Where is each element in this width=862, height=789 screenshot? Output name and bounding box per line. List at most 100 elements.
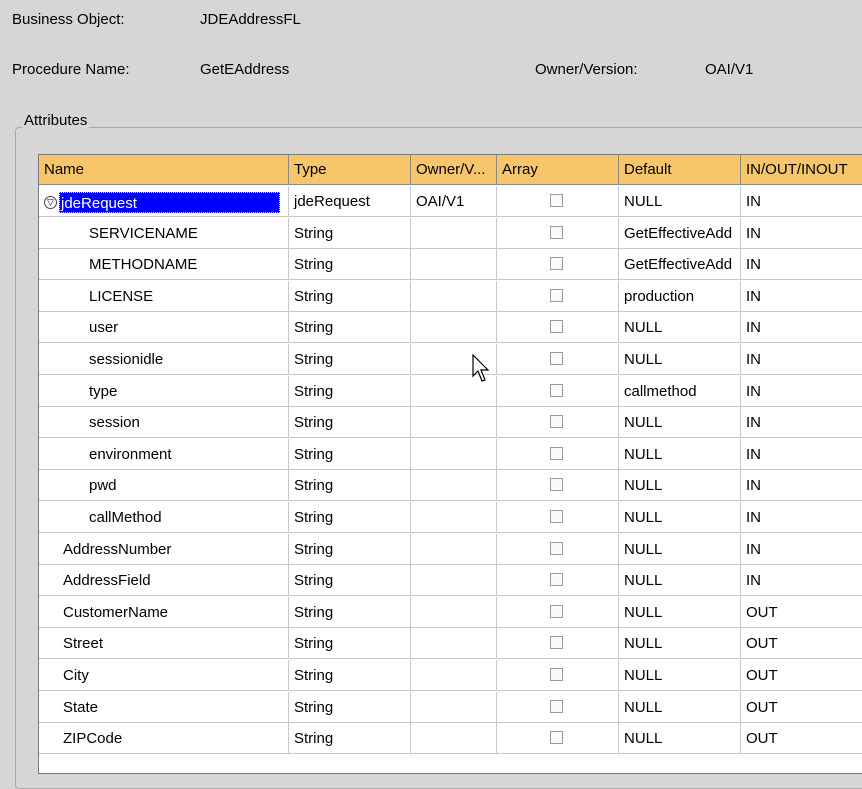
row-type-cell[interactable]: String (289, 691, 411, 723)
array-checkbox[interactable] (550, 257, 563, 271)
row-io-cell[interactable]: IN (741, 470, 862, 502)
row-io-cell[interactable]: OUT (741, 723, 862, 755)
row-name-cell[interactable]: CustomerName (39, 596, 289, 628)
table-row[interactable]: CustomerName String NULL OUT (39, 596, 862, 629)
array-checkbox[interactable] (550, 510, 563, 523)
row-owner-cell[interactable] (411, 596, 497, 628)
table-row[interactable]: ZIPCode String NULL OUT (39, 723, 862, 755)
table-row[interactable]: user String NULL IN (39, 312, 862, 344)
row-default-cell[interactable]: NULL (619, 344, 741, 375)
row-default-cell[interactable]: NULL (619, 312, 741, 344)
array-checkbox[interactable] (550, 320, 563, 334)
row-default-cell[interactable]: NULL (619, 533, 741, 565)
row-name-cell[interactable]: pwd (39, 470, 289, 502)
row-owner-cell[interactable] (411, 533, 497, 565)
row-default-cell[interactable]: NULL (619, 596, 741, 628)
row-owner-cell[interactable] (411, 407, 497, 439)
row-owner-cell[interactable] (411, 470, 497, 502)
attributes-table[interactable]: Name Type Owner/V... Array Default IN/OU… (38, 154, 862, 774)
row-array-cell[interactable] (497, 186, 619, 217)
row-array-cell[interactable] (497, 596, 619, 628)
row-name-cell[interactable]: LICENSE (39, 280, 289, 312)
column-header-default[interactable]: Default (619, 155, 741, 185)
row-array-cell[interactable] (497, 344, 619, 375)
row-type-cell[interactable]: String (289, 280, 411, 312)
column-header-type[interactable]: Type (289, 155, 411, 185)
row-name-cell[interactable]: AddressField (39, 565, 289, 597)
row-io-cell[interactable]: OUT (741, 628, 862, 660)
row-array-cell[interactable] (497, 312, 619, 344)
array-checkbox[interactable] (550, 478, 563, 492)
row-default-cell[interactable]: NULL (619, 407, 741, 439)
array-checkbox[interactable] (550, 731, 563, 745)
row-name-cell[interactable]: type (39, 375, 289, 407)
column-header-in-out-inout[interactable]: IN/OUT/INOUT (741, 155, 862, 185)
table-row[interactable]: State String NULL OUT (39, 691, 862, 724)
row-type-cell[interactable]: String (289, 344, 411, 375)
row-io-cell[interactable]: IN (741, 281, 862, 312)
row-default-cell[interactable]: GetEffectiveAdd (619, 249, 741, 281)
row-owner-cell[interactable] (411, 565, 497, 597)
row-default-cell[interactable]: NULL (619, 186, 741, 217)
array-checkbox[interactable] (550, 668, 563, 681)
row-default-cell[interactable]: NULL (619, 660, 741, 691)
row-io-cell[interactable]: IN (741, 534, 862, 565)
row-type-cell[interactable]: String (289, 312, 411, 344)
row-name-cell[interactable]: State (39, 691, 289, 723)
array-checkbox[interactable] (550, 383, 563, 397)
array-checkbox[interactable] (550, 541, 563, 555)
table-row[interactable]: LICENSE String production IN (39, 280, 862, 313)
row-io-cell[interactable]: IN (741, 439, 862, 470)
row-array-cell[interactable] (497, 438, 619, 470)
row-default-cell[interactable]: callmethod (619, 375, 741, 407)
table-row[interactable]: SERVICENAME String GetEffectiveAdd IN (39, 217, 862, 250)
row-owner-cell[interactable] (411, 438, 497, 470)
row-array-cell[interactable] (497, 660, 619, 691)
array-checkbox[interactable] (550, 604, 563, 618)
row-type-cell[interactable]: String (289, 628, 411, 660)
row-name-cell[interactable]: environment (39, 438, 289, 470)
row-owner-cell[interactable] (411, 312, 497, 344)
row-name-cell[interactable]: SERVICENAME (39, 217, 289, 249)
row-default-cell[interactable]: NULL (619, 470, 741, 502)
table-row[interactable]: session String NULL IN (39, 407, 862, 439)
array-checkbox[interactable] (550, 194, 563, 207)
table-row[interactable]: pwd String NULL IN (39, 470, 862, 502)
row-name-cell[interactable]: ZIPCode (39, 723, 289, 755)
row-io-cell[interactable]: IN (741, 407, 862, 439)
row-default-cell[interactable]: production (619, 280, 741, 312)
row-default-cell[interactable]: NULL (619, 723, 741, 755)
row-name-cell[interactable]: session (39, 407, 289, 439)
table-row[interactable]: sessionidle String NULL IN (39, 344, 862, 376)
row-io-cell[interactable]: OUT (741, 660, 862, 691)
row-type-cell[interactable]: String (289, 249, 411, 281)
array-checkbox[interactable] (550, 225, 563, 239)
array-checkbox[interactable] (550, 636, 563, 650)
array-checkbox[interactable] (550, 446, 563, 460)
table-row[interactable]: environment String NULL IN (39, 438, 862, 471)
table-row[interactable]: type String callmethod IN (39, 375, 862, 408)
row-type-cell[interactable]: String (289, 723, 411, 755)
row-owner-cell[interactable] (411, 217, 497, 249)
row-type-cell[interactable]: String (289, 407, 411, 439)
row-name-cell[interactable]: AddressNumber (39, 533, 289, 565)
table-row[interactable]: AddressNumber String NULL IN (39, 533, 862, 566)
row-owner-cell[interactable] (411, 660, 497, 691)
row-owner-cell[interactable] (411, 280, 497, 312)
row-name-cell[interactable]: ▽ jdeRequest (39, 186, 289, 217)
array-checkbox[interactable] (550, 573, 563, 587)
table-row[interactable]: Street String NULL OUT (39, 628, 862, 660)
row-type-cell[interactable]: String (289, 660, 411, 691)
row-default-cell[interactable]: NULL (619, 691, 741, 723)
row-array-cell[interactable] (497, 533, 619, 565)
row-array-cell[interactable] (497, 565, 619, 597)
row-name-cell[interactable]: callMethod (39, 502, 289, 533)
row-owner-cell[interactable] (411, 691, 497, 723)
row-name-cell[interactable]: City (39, 660, 289, 691)
row-array-cell[interactable] (497, 502, 619, 533)
row-type-cell[interactable]: String (289, 596, 411, 628)
row-default-cell[interactable]: GetEffectiveAdd (619, 217, 741, 249)
array-checkbox[interactable] (550, 415, 563, 429)
row-io-cell[interactable]: IN (741, 186, 862, 217)
row-type-cell[interactable]: String (289, 565, 411, 597)
